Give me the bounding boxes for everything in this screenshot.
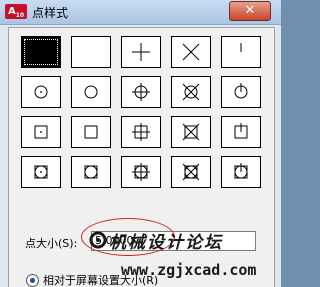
point-style-square-dot[interactable] bbox=[21, 116, 61, 148]
point-style-x[interactable] bbox=[171, 36, 211, 68]
point-style-square-circle-dot[interactable] bbox=[21, 156, 61, 188]
watermark-url: www.zgjxcad.com bbox=[121, 261, 257, 279]
point-style-square-circle-x[interactable] bbox=[171, 156, 211, 188]
point-style-square-circle-tick[interactable] bbox=[221, 156, 261, 188]
point-style-grid bbox=[21, 36, 261, 188]
point-size-label: 点大小(S): bbox=[25, 237, 78, 250]
point-style-dialog: A10 点样式 ✕ 点大小(S): 5.0000 相对于屏幕设置大小(R) 机械… bbox=[0, 0, 281, 287]
point-style-circle-plus[interactable] bbox=[121, 76, 161, 108]
point-style-square-plus[interactable] bbox=[121, 116, 161, 148]
point-style-none[interactable] bbox=[71, 36, 111, 68]
point-style-circle-dot[interactable] bbox=[21, 76, 61, 108]
point-style-plus[interactable] bbox=[121, 36, 161, 68]
watermark-text: 机械设计论坛 bbox=[109, 233, 223, 253]
close-button[interactable]: ✕ bbox=[229, 1, 271, 21]
point-style-circle[interactable] bbox=[71, 76, 111, 108]
point-style-square-circle[interactable] bbox=[71, 156, 111, 188]
dialog-title: 点样式 bbox=[32, 6, 69, 20]
point-style-circle-x[interactable] bbox=[171, 76, 211, 108]
relative-size-radio[interactable] bbox=[26, 273, 39, 287]
point-style-square-circle-plus[interactable] bbox=[121, 156, 161, 188]
point-style-dot[interactable] bbox=[21, 36, 61, 68]
point-style-circle-tick[interactable] bbox=[221, 76, 261, 108]
point-style-tick[interactable] bbox=[221, 36, 261, 68]
point-style-square[interactable] bbox=[71, 116, 111, 148]
title-bar[interactable]: A10 点样式 ✕ bbox=[0, 0, 281, 25]
point-style-square-tick[interactable] bbox=[221, 116, 261, 148]
dialog-body: 点大小(S): 5.0000 相对于屏幕设置大小(R) 机械设计论坛 www.z… bbox=[8, 27, 275, 287]
autocad-icon: A10 bbox=[5, 4, 27, 19]
watermark-gear-icon bbox=[89, 231, 107, 249]
point-style-square-x[interactable] bbox=[171, 116, 211, 148]
